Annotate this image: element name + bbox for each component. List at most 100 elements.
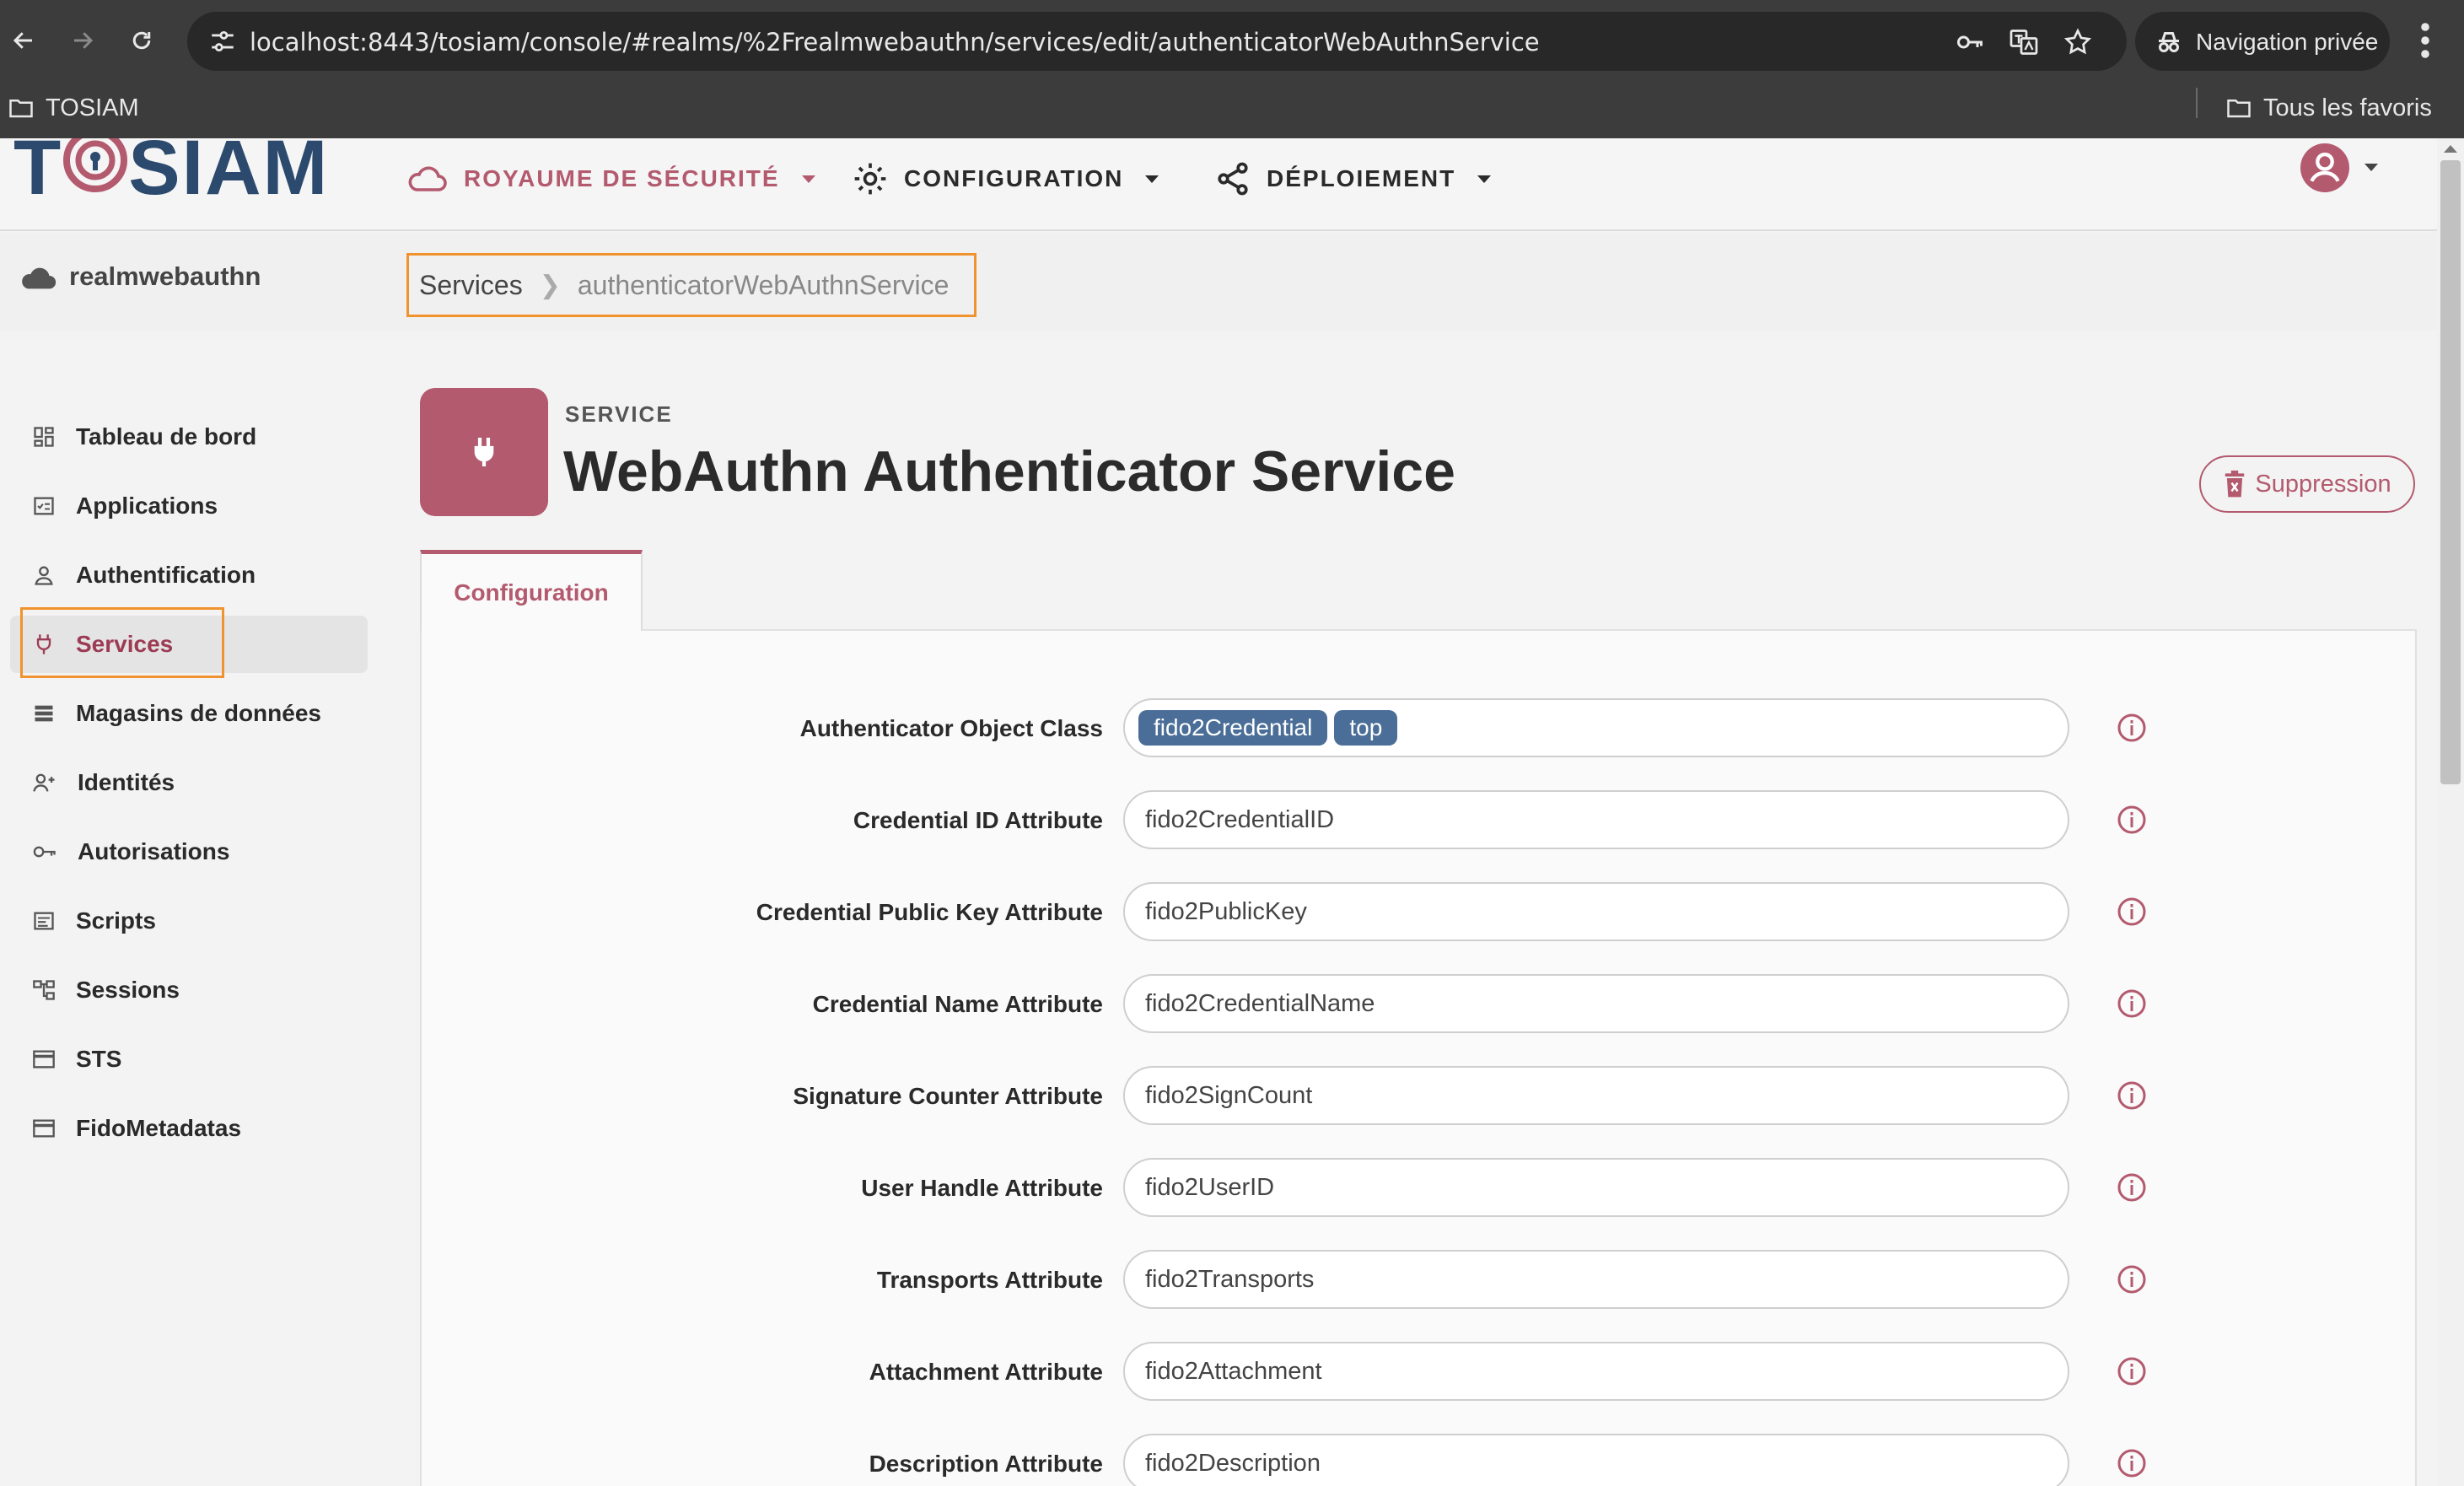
sidebar-item-label: Identités bbox=[78, 769, 175, 795]
sidebar-item-label: Authentification bbox=[76, 562, 256, 588]
chevron-down-icon bbox=[801, 175, 815, 183]
attachment-attribute-input[interactable] bbox=[1123, 1342, 2069, 1401]
info-icon[interactable] bbox=[2117, 1448, 2147, 1478]
info-icon[interactable] bbox=[2117, 988, 2147, 1019]
info-icon[interactable] bbox=[2117, 896, 2147, 927]
info-icon[interactable] bbox=[2117, 1080, 2147, 1111]
browser-toolbar: localhost:8443/tosiam/console/#realms/%2… bbox=[0, 0, 2464, 81]
credential-public-key-attribute-input[interactable] bbox=[1123, 882, 2069, 941]
datastore-icon bbox=[35, 705, 53, 722]
user-avatar[interactable] bbox=[2300, 143, 2349, 192]
description-attribute-input[interactable] bbox=[1123, 1434, 2069, 1486]
scripts-icon bbox=[34, 912, 54, 930]
back-button[interactable] bbox=[2, 19, 46, 62]
url-text[interactable]: localhost:8443/tosiam/console/#realms/%2… bbox=[250, 28, 1540, 57]
sidebar-item-authorizations[interactable]: Autorisations bbox=[10, 823, 368, 880]
sidebar-item-authentication[interactable]: Authentification bbox=[10, 546, 368, 604]
page-title: WebAuthn Authenticator Service bbox=[563, 439, 1455, 503]
chip-top[interactable]: top bbox=[1334, 710, 1398, 746]
chevron-down-icon bbox=[1145, 175, 1159, 183]
sidebar-item-scripts[interactable]: Scripts bbox=[10, 892, 368, 950]
sidebar-item-fidometadatas[interactable]: FidoMetadatas bbox=[10, 1100, 368, 1157]
field-label: Attachment Attribute bbox=[869, 1359, 1103, 1385]
form-row: Transports Attribute bbox=[422, 1250, 2418, 1309]
bookmark-folder-tosiam[interactable]: TOSIAM bbox=[8, 89, 139, 127]
user-avatar-icon bbox=[2310, 152, 2340, 182]
translate-icon[interactable] bbox=[2009, 27, 2039, 57]
password-key-icon[interactable] bbox=[1955, 27, 1985, 57]
sidebar-item-label: Scripts bbox=[76, 907, 156, 934]
field-label: Credential Public Key Attribute bbox=[756, 899, 1103, 925]
private-browsing-indicator[interactable]: Navigation privée bbox=[2135, 12, 2390, 71]
sidebar-item-label: Applications bbox=[76, 493, 218, 519]
user-menu-chevron-icon[interactable] bbox=[2364, 164, 2378, 171]
arrow-right-icon bbox=[74, 32, 94, 49]
credential-id-attribute-input[interactable] bbox=[1123, 790, 2069, 849]
logo-text-left: T bbox=[13, 138, 63, 197]
tab-configuration[interactable]: Configuration bbox=[420, 550, 643, 631]
sidebar-item-label: Sessions bbox=[76, 977, 180, 1003]
transports-attribute-input[interactable] bbox=[1123, 1250, 2069, 1309]
reload-button[interactable] bbox=[120, 19, 164, 62]
menu-deployment[interactable]: DÉPLOIEMENT bbox=[1214, 153, 1492, 204]
bookmarks-bar: TOSIAM Tous les favoris bbox=[0, 81, 2464, 138]
star-bookmark-icon[interactable] bbox=[2063, 27, 2093, 57]
forward-button[interactable] bbox=[61, 19, 105, 62]
signature-counter-attribute-input[interactable] bbox=[1123, 1066, 2069, 1125]
menu-configuration[interactable]: CONFIGURATION bbox=[852, 153, 1159, 204]
service-kicker: SERVICE bbox=[565, 401, 673, 427]
folder-icon bbox=[9, 100, 33, 118]
sidebar-item-sts[interactable]: STS bbox=[10, 1031, 368, 1088]
main-content: SERVICE WebAuthn Authenticator Service S… bbox=[385, 331, 2437, 1486]
applications-icon bbox=[34, 497, 54, 515]
browser-menu-icon[interactable] bbox=[2417, 22, 2434, 59]
field-label: Transports Attribute bbox=[876, 1267, 1103, 1293]
form-row: Signature Counter Attribute bbox=[422, 1066, 2418, 1125]
object-class-multiselect[interactable]: fido2Credential top bbox=[1123, 698, 2069, 757]
field-label: Signature Counter Attribute bbox=[793, 1083, 1103, 1109]
service-badge bbox=[420, 388, 548, 516]
realm-subheader: realmwebauthn Services ❯ authenticatorWe… bbox=[0, 233, 2437, 331]
site-settings-icon[interactable] bbox=[207, 27, 238, 56]
current-realm: realmwebauthn bbox=[17, 261, 261, 292]
delete-button[interactable]: Suppression bbox=[2199, 455, 2415, 513]
app-header: T SIAM ROYAUME DE SÉCURITÉ CONFIGURATION … bbox=[0, 138, 2437, 231]
sidebar-item-dashboard[interactable]: Tableau de bord bbox=[10, 408, 368, 466]
cloud-icon bbox=[408, 166, 447, 191]
field-label: Description Attribute bbox=[869, 1451, 1103, 1477]
form-row: Credential ID Attribute bbox=[422, 790, 2418, 849]
scroll-up-arrow-icon[interactable] bbox=[2444, 145, 2457, 153]
info-icon[interactable] bbox=[2117, 1356, 2147, 1386]
breadcrumb: Services ❯ authenticatorWebAuthnService bbox=[406, 253, 976, 317]
browser-chrome: localhost:8443/tosiam/console/#realms/%2… bbox=[0, 0, 2464, 138]
trash-icon bbox=[2225, 470, 2245, 498]
page-scrollbar-thumb[interactable] bbox=[2440, 160, 2461, 784]
menu-label: ROYAUME DE SÉCURITÉ bbox=[464, 165, 780, 191]
cloud-icon bbox=[22, 267, 56, 289]
tosiam-logo[interactable]: T SIAM bbox=[13, 138, 329, 197]
form-row: Credential Name Attribute bbox=[422, 974, 2418, 1033]
info-icon[interactable] bbox=[2117, 1264, 2147, 1295]
user-handle-attribute-input[interactable] bbox=[1123, 1158, 2069, 1217]
info-icon[interactable] bbox=[2117, 713, 2147, 743]
credential-name-attribute-input[interactable] bbox=[1123, 974, 2069, 1033]
sidebar-item-sessions[interactable]: Sessions bbox=[10, 961, 368, 1019]
sidebar-item-applications[interactable]: Applications bbox=[10, 477, 368, 535]
sidebar-item-datastores[interactable]: Magasins de données bbox=[10, 685, 368, 742]
field-label: Credential Name Attribute bbox=[812, 991, 1103, 1017]
arrow-left-icon bbox=[13, 32, 32, 49]
address-bar[interactable]: localhost:8443/tosiam/console/#realms/%2… bbox=[187, 12, 2127, 71]
sidebar: Tableau de bord Applications Authentific… bbox=[0, 331, 385, 1486]
form-row-object-class: Authenticator Object Class fido2Credenti… bbox=[422, 698, 2418, 757]
bookmark-folder-all[interactable]: Tous les favoris bbox=[2226, 89, 2432, 127]
bookmark-label: TOSIAM bbox=[46, 94, 139, 121]
sidebar-item-identities[interactable]: Identités bbox=[10, 754, 368, 811]
info-icon[interactable] bbox=[2117, 1172, 2147, 1203]
info-icon[interactable] bbox=[2117, 805, 2147, 835]
breadcrumb-services-link[interactable]: Services bbox=[419, 270, 523, 301]
menu-security-realm[interactable]: ROYAUME DE SÉCURITÉ bbox=[405, 153, 815, 204]
dashboard-icon bbox=[34, 427, 54, 447]
form-row: User Handle Attribute bbox=[422, 1158, 2418, 1217]
chip-fido2credential[interactable]: fido2Credential bbox=[1138, 710, 1328, 746]
sidebar-item-label: STS bbox=[76, 1046, 122, 1072]
